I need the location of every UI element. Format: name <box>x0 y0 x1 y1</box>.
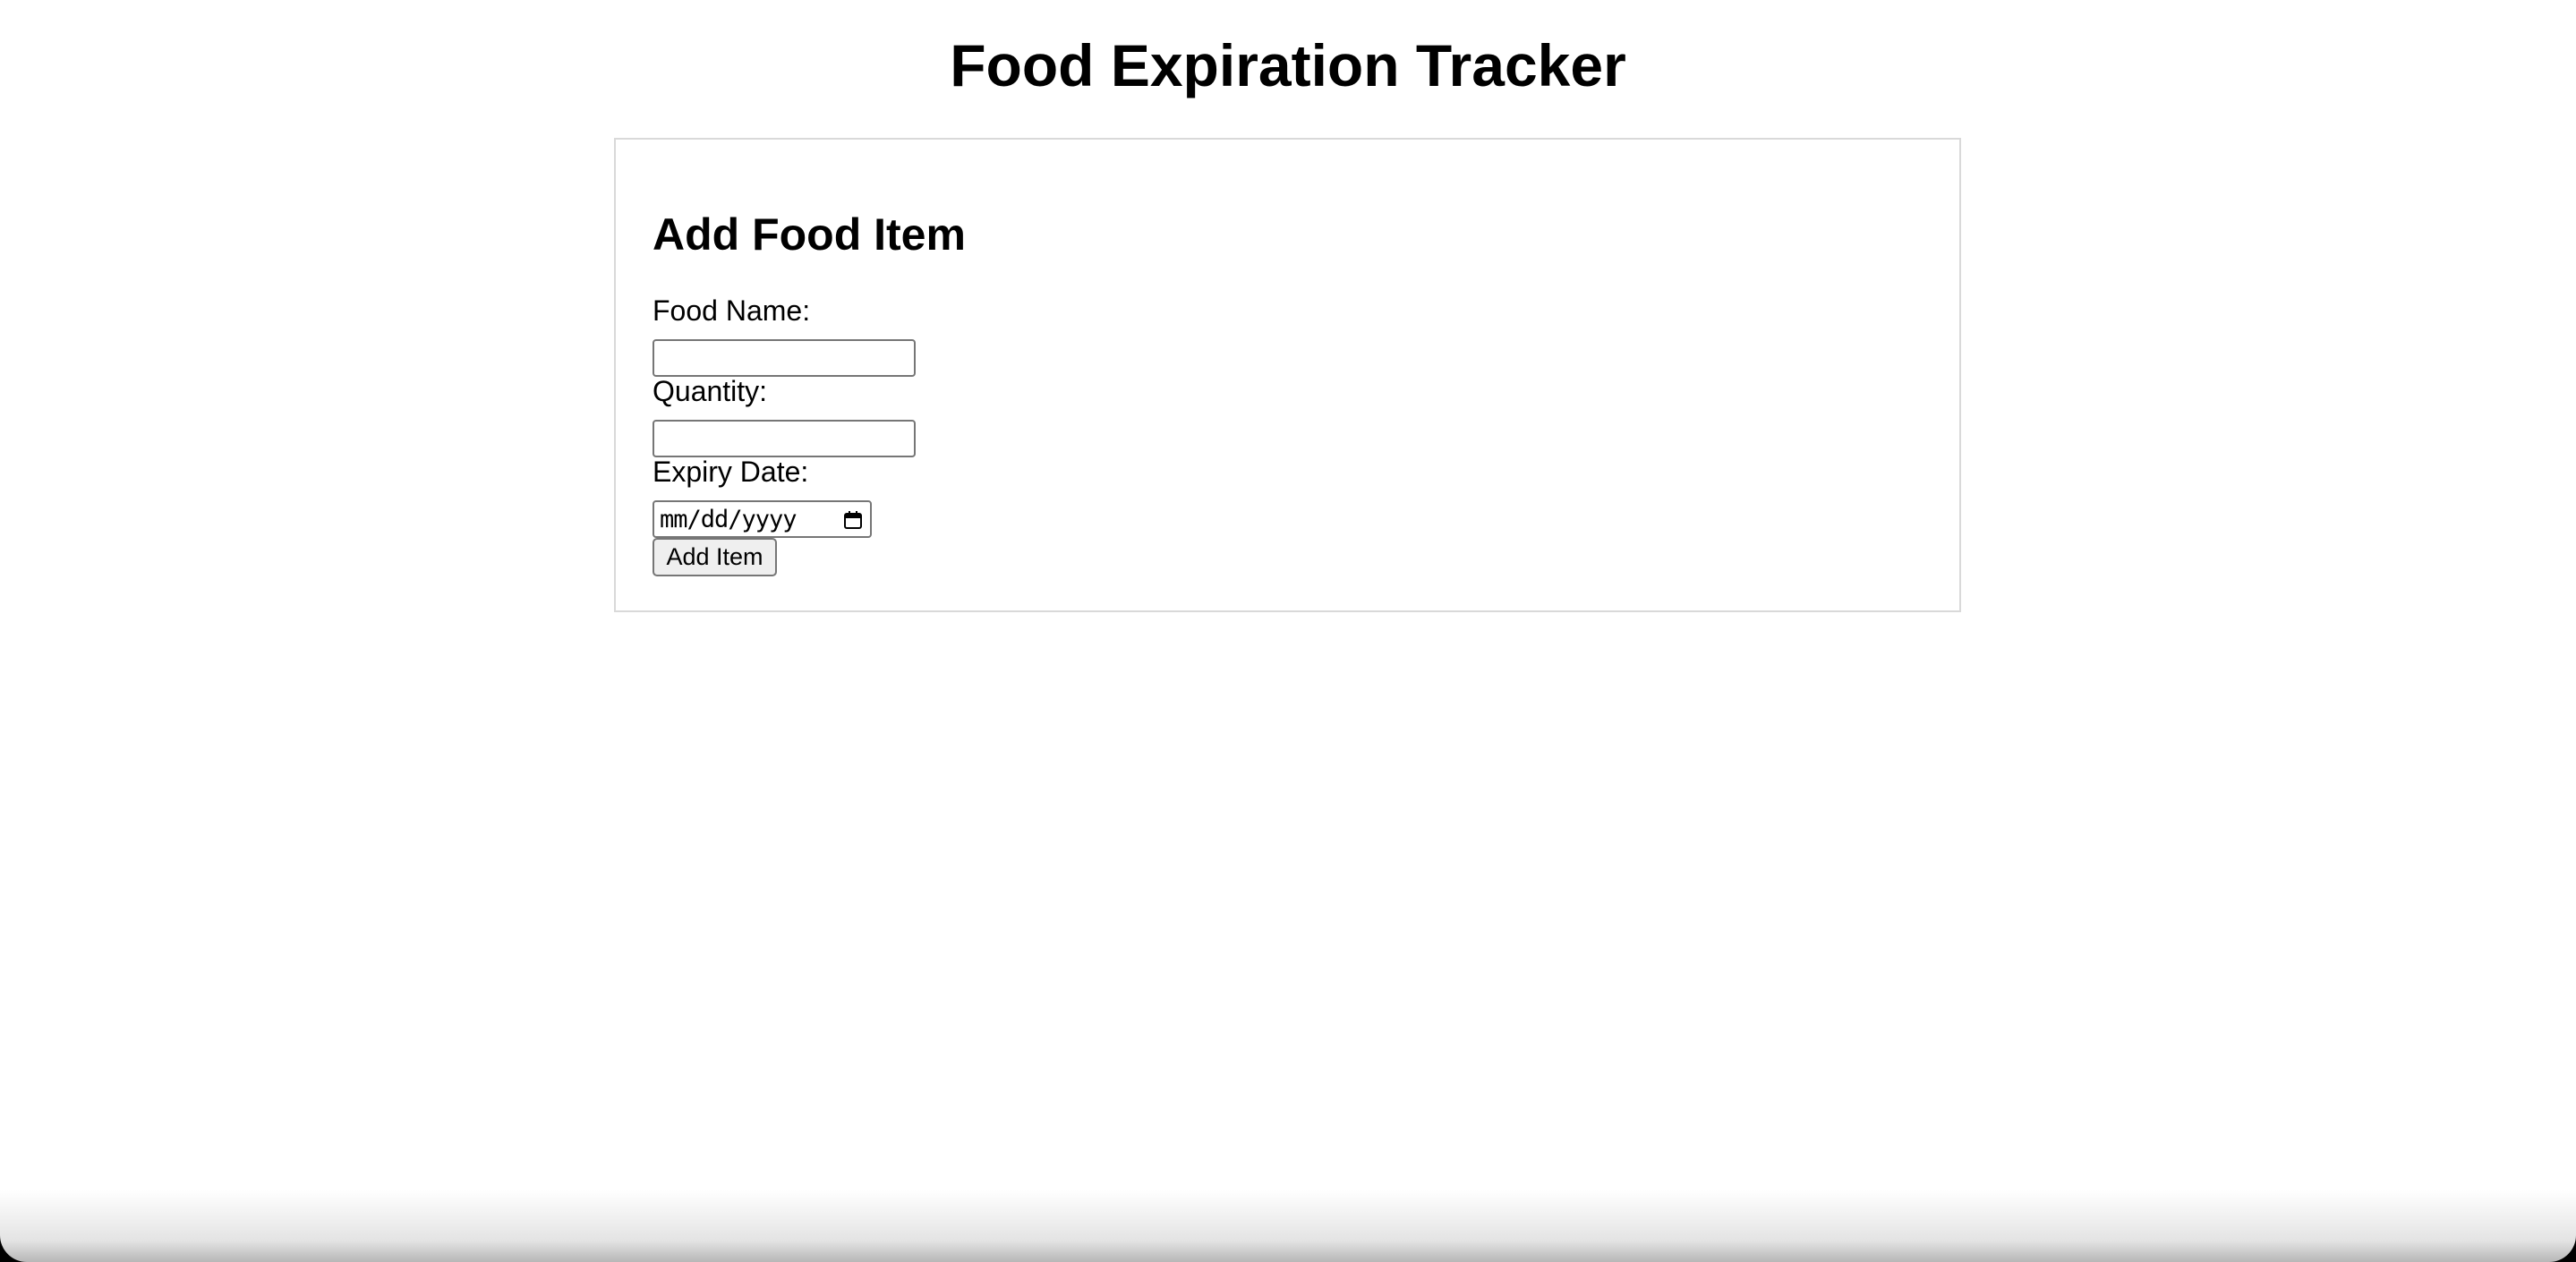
window-bottom-shadow <box>0 1190 2576 1262</box>
food-name-input[interactable] <box>653 339 916 377</box>
window-corner-right <box>2549 1235 2576 1262</box>
calendar-icon[interactable] <box>843 510 863 530</box>
window-corner-left <box>0 1235 27 1262</box>
add-item-button[interactable]: Add Item <box>653 538 777 576</box>
quantity-label: Quantity: <box>653 375 768 407</box>
form-heading: Add Food Item <box>653 209 966 260</box>
quantity-input[interactable] <box>653 420 916 457</box>
date-placeholder: mm/dd/yyyy <box>660 505 798 533</box>
add-food-form: Add Food Item Food Name: Quantity: Expir… <box>614 138 1961 612</box>
expiry-date-label: Expiry Date: <box>653 456 809 488</box>
food-name-label: Food Name: <box>653 294 811 327</box>
expiry-date-input[interactable]: mm/dd/yyyy <box>653 500 872 538</box>
page-title: Food Expiration Tracker <box>950 32 1626 98</box>
